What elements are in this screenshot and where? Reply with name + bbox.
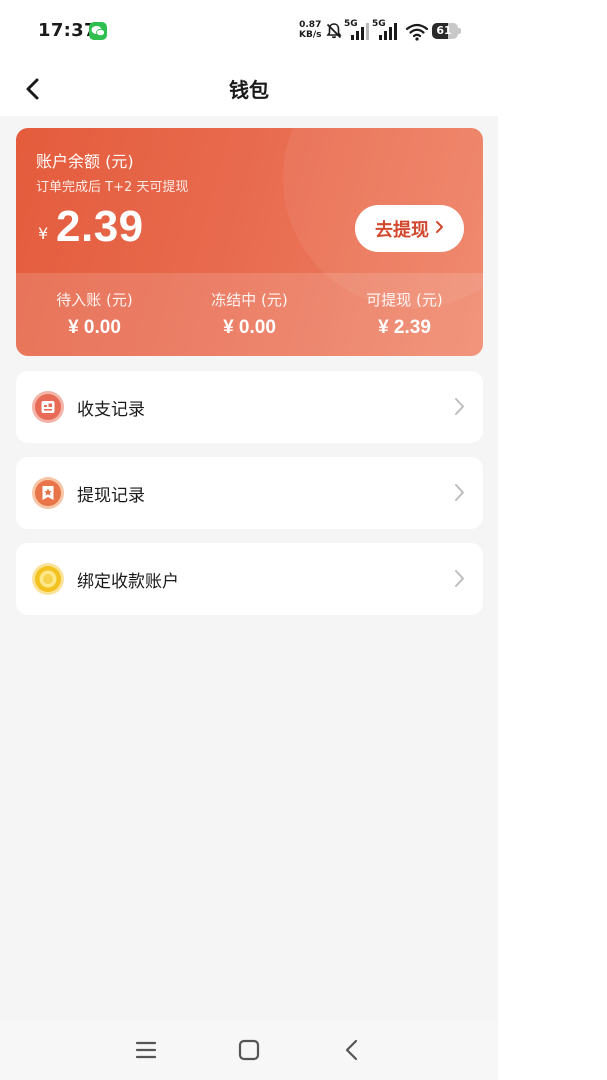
balance-hint: 订单完成后 T+2 天可提现 (36, 180, 189, 195)
withdraw-button[interactable]: 去提现 (355, 205, 464, 252)
battery-level: 61 (436, 24, 452, 37)
withdraw-button-label: 去提现 (375, 219, 429, 241)
stat-value: ¥ 2.39 (378, 317, 431, 338)
stat-label: 冻结中 (元) (211, 291, 288, 309)
network-speed-unit: KB/s (299, 30, 322, 40)
bell-muted-icon (325, 22, 343, 44)
system-navigation-bar (0, 1020, 498, 1080)
signal-2-label: 5G (372, 19, 386, 29)
home-icon[interactable] (235, 1036, 263, 1064)
currency-symbol: ¥ (38, 224, 49, 243)
wifi-icon (405, 22, 429, 46)
chevron-right-icon (435, 218, 444, 239)
stat-label: 待入账 (元) (56, 291, 133, 309)
battery-icon: 61 (432, 23, 461, 39)
content-area: 账户余额 (元) 订单完成后 T+2 天可提现 ¥ 2.39 去提现 待入账 (… (0, 116, 498, 1020)
stat-value: ¥ 0.00 (68, 317, 121, 338)
status-bar: 17:37 0.87 KB/s 5G 5G 61 (0, 0, 498, 62)
page-title: 钱包 (229, 78, 269, 102)
status-time: 17:37 (38, 20, 97, 41)
network-speed-value: 0.87 (299, 20, 322, 30)
menu-item-label: 收支记录 (77, 400, 145, 420)
menu-item-withdraw-records[interactable]: 提现记录 (16, 457, 483, 529)
chevron-right-icon (454, 569, 465, 592)
balance-breakdown: 待入账 (元) ¥ 0.00 冻结中 (元) ¥ 0.00 可提现 (元) ¥ … (16, 273, 483, 356)
back-icon[interactable] (338, 1036, 366, 1064)
stat-withdrawable: 可提现 (元) ¥ 2.39 (327, 273, 482, 356)
wechat-icon (89, 22, 107, 40)
menu-icon[interactable] (132, 1036, 160, 1064)
signal-icon: 5G (344, 19, 369, 46)
stat-label: 可提现 (元) (366, 291, 443, 309)
balance-label: 账户余额 (元) (36, 152, 134, 171)
chevron-right-icon (454, 483, 465, 506)
withdraw-record-icon (32, 477, 64, 509)
nav-bar: 钱包 (0, 62, 498, 116)
ledger-icon (32, 391, 64, 423)
signal-icon-2: 5G (372, 19, 397, 46)
wallet-screen: 17:37 0.87 KB/s 5G 5G 61 钱包 账户余额 (元) 订单完… (0, 0, 498, 1080)
balance-amount: 2.39 (56, 202, 144, 251)
stat-frozen: 冻结中 (元) ¥ 0.00 (172, 273, 327, 356)
chevron-right-icon (454, 397, 465, 420)
coin-icon (32, 563, 64, 595)
network-speed: 0.87 KB/s (299, 20, 321, 40)
menu-item-bind-account[interactable]: 绑定收款账户 (16, 543, 483, 615)
menu-item-label: 绑定收款账户 (77, 572, 179, 592)
signal-1-label: 5G (344, 19, 358, 29)
stat-value: ¥ 0.00 (223, 317, 276, 338)
wallet-balance-card: 账户余额 (元) 订单完成后 T+2 天可提现 ¥ 2.39 去提现 待入账 (… (16, 128, 483, 356)
menu-item-label: 提现记录 (77, 486, 145, 506)
menu-item-transactions[interactable]: 收支记录 (16, 371, 483, 443)
stat-pending: 待入账 (元) ¥ 0.00 (17, 273, 172, 356)
